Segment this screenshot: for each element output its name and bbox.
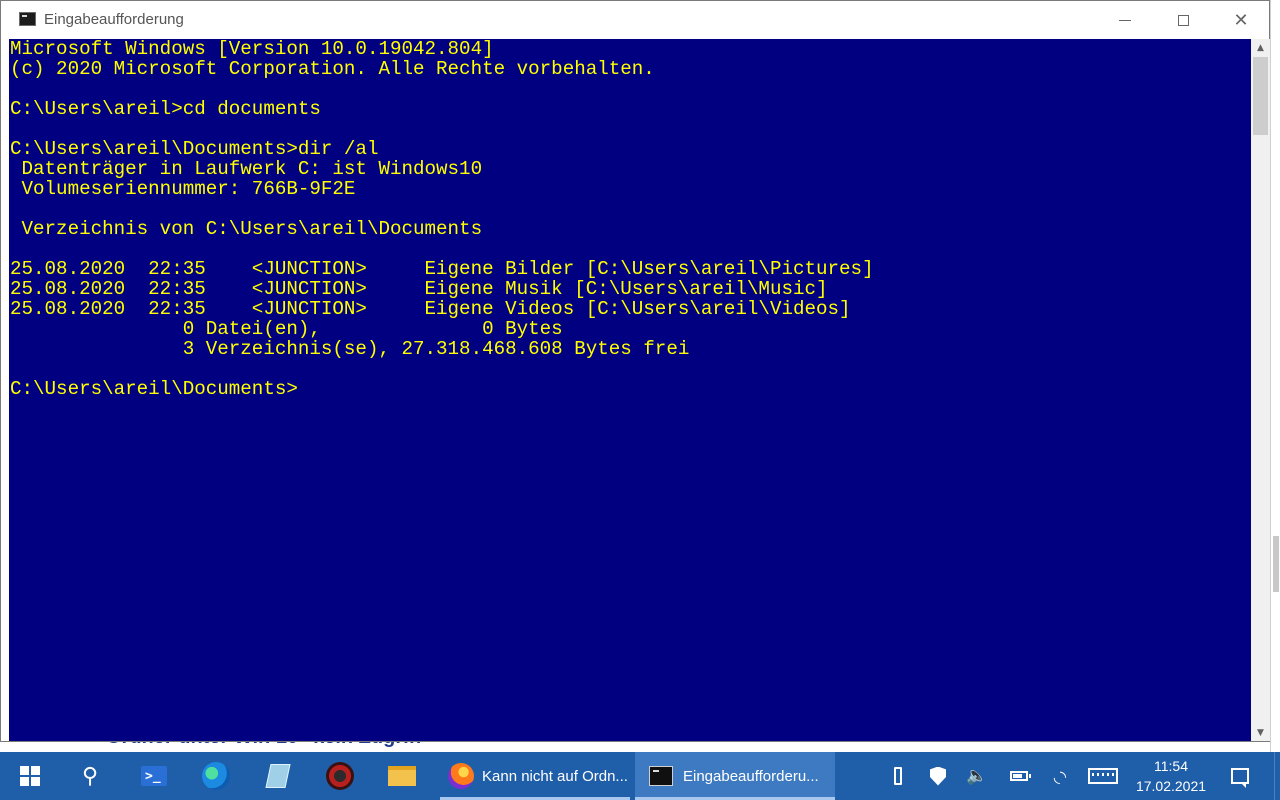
speaker-icon: 🔈 <box>966 766 988 786</box>
maximize-icon <box>1177 14 1189 26</box>
minimize-button[interactable] <box>1096 1 1154 39</box>
console-line: C:\Users\areil>cd documents <box>10 98 321 120</box>
console-line: 25.08.2020 22:35 <JUNCTION> Eigene Video… <box>10 298 851 320</box>
console-line: C:\Users\areil\Documents> <box>10 378 298 400</box>
console-output[interactable]: Microsoft Windows [Version 10.0.19042.80… <box>9 39 1251 741</box>
cmd-icon[interactable] <box>19 12 36 26</box>
task-label: Kann nicht auf Ordn... <box>482 767 628 785</box>
desktop: Ordner unter Win 10 "kein Zugriff" Antwo… <box>0 0 1280 752</box>
console-line: 25.08.2020 22:35 <JUNCTION> Eigene Bilde… <box>10 258 874 280</box>
file-explorer-icon <box>388 766 416 786</box>
taskbar-edge[interactable] <box>192 752 240 800</box>
task-label: Eingabeaufforderu... <box>683 767 819 785</box>
console-scrollbar[interactable]: ▲ ▼ <box>1251 39 1270 741</box>
console-line: (c) 2020 Microsoft Corporation. Alle Rec… <box>10 58 655 80</box>
show-desktop-button[interactable] <box>1274 752 1280 800</box>
cmd-icon <box>649 766 673 786</box>
console-line: Volumeseriennummer: 766B-9F2E <box>10 178 356 200</box>
edge-icon <box>202 762 230 790</box>
taskbar-clock[interactable]: 11:54 17.02.2021 <box>1130 756 1212 796</box>
shield-icon <box>930 766 946 786</box>
console-line: 25.08.2020 22:35 <JUNCTION> Eigene Musik… <box>10 278 828 300</box>
console-line: 0 Datei(en), 0 Bytes <box>10 318 563 340</box>
taskbar: ⚲ >_ Kann nicht auf Ordn... Eingabeauffo… <box>0 752 1280 800</box>
search-icon: ⚲ <box>81 763 99 789</box>
clock-time: 11:54 <box>1154 758 1188 774</box>
minimize-icon <box>1119 19 1131 21</box>
powershell-icon: >_ <box>141 766 167 786</box>
tray-network[interactable]: ◟◝ <box>1046 752 1074 800</box>
red-app-icon <box>326 762 354 790</box>
console-line: 3 Verzeichnis(se), 27.318.468.608 Bytes … <box>10 338 690 360</box>
tray-volume[interactable]: 🔈 <box>962 752 992 800</box>
background-window-scrollbar[interactable] <box>1270 0 1280 752</box>
console-line: Verzeichnis von C:\Users\areil\Documents <box>10 218 483 240</box>
windows-logo-icon <box>20 766 40 786</box>
wifi-icon: ◟◝ <box>1053 766 1067 786</box>
console-line: Microsoft Windows [Version 10.0.19042.80… <box>10 39 494 60</box>
action-center-button[interactable] <box>1224 752 1256 800</box>
firefox-icon <box>448 763 474 789</box>
console-line: Datenträger in Laufwerk C: ist Windows10 <box>10 158 483 180</box>
taskbar-red-app[interactable] <box>316 752 364 800</box>
command-prompt-window: Eingabeaufforderung ✕ Microsoft Windows … <box>0 0 1270 742</box>
tray-usb[interactable] <box>886 752 910 800</box>
notification-icon <box>1231 768 1249 788</box>
taskbar-task-cmd[interactable]: Eingabeaufforderu... <box>635 752 835 800</box>
background-scrollbar-thumb[interactable] <box>1273 536 1279 592</box>
start-button[interactable] <box>6 752 54 800</box>
usb-icon <box>894 767 902 785</box>
title-bar[interactable]: Eingabeaufforderung ✕ <box>1 1 1269 39</box>
taskbar-file-explorer[interactable] <box>378 752 426 800</box>
close-button[interactable]: ✕ <box>1212 1 1270 39</box>
notepad-icon <box>265 764 291 788</box>
console-line: C:\Users\areil\Documents>dir /al <box>10 138 379 160</box>
console-text[interactable]: Microsoft Windows [Version 10.0.19042.80… <box>9 39 1251 399</box>
close-icon: ✕ <box>1233 9 1249 31</box>
taskbar-task-firefox[interactable]: Kann nicht auf Ordn... <box>440 752 630 800</box>
tray-security[interactable] <box>924 752 952 800</box>
taskbar-notepad[interactable] <box>254 752 302 800</box>
taskbar-powershell[interactable]: >_ <box>130 752 178 800</box>
maximize-button[interactable] <box>1154 1 1212 39</box>
battery-icon <box>1010 771 1031 781</box>
window-title: Eingabeaufforderung <box>44 11 184 28</box>
keyboard-icon <box>1088 768 1118 784</box>
search-button[interactable]: ⚲ <box>66 752 114 800</box>
clock-date: 17.02.2021 <box>1135 778 1207 794</box>
scroll-down-icon[interactable]: ▼ <box>1251 724 1270 741</box>
tray-keyboard[interactable] <box>1086 752 1120 800</box>
scrollbar-thumb[interactable] <box>1253 57 1268 135</box>
tray-battery[interactable] <box>1006 752 1032 800</box>
scroll-up-icon[interactable]: ▲ <box>1251 39 1270 56</box>
